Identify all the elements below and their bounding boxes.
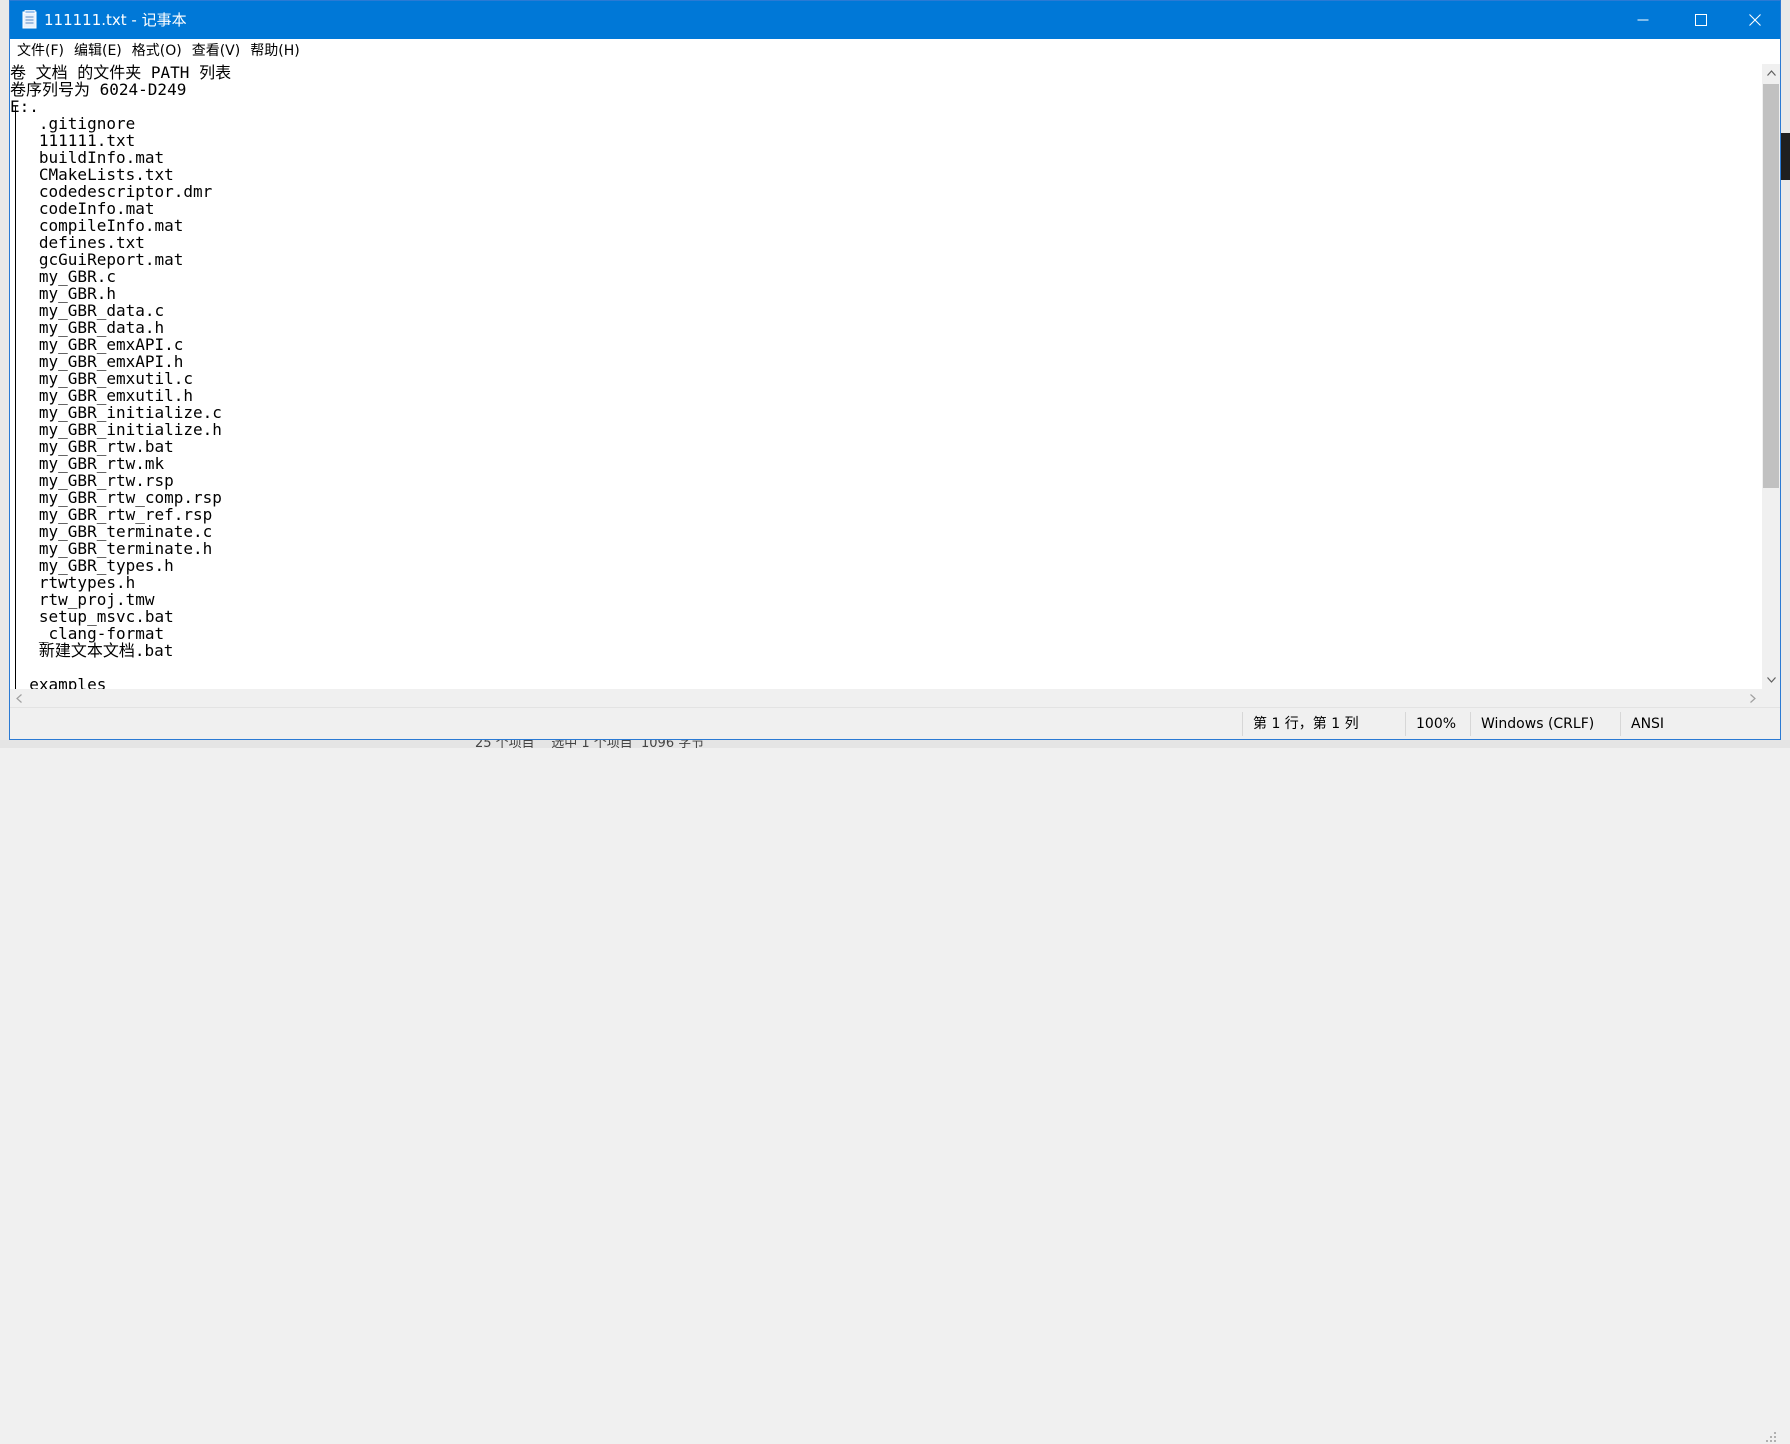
chevron-up-icon <box>1766 70 1776 76</box>
scroll-up-button[interactable] <box>1762 64 1780 82</box>
background-desktop-right <box>1781 0 1790 748</box>
menu-help[interactable]: 帮助(H) <box>245 39 304 63</box>
minimize-icon <box>1637 19 1649 21</box>
background-explorer-statusbar <box>0 740 1790 748</box>
background-window-edge <box>1781 133 1790 180</box>
menu-file[interactable]: 文件(F) <box>12 39 69 63</box>
tree-vertical-line <box>15 106 16 689</box>
close-icon <box>1749 14 1761 26</box>
zoom-level: 100% <box>1405 712 1470 736</box>
chevron-right-icon <box>1750 693 1756 703</box>
horizontal-scrollbar[interactable] <box>10 689 1762 707</box>
menu-edit[interactable]: 编辑(E) <box>69 39 127 63</box>
minimize-button[interactable] <box>1614 1 1672 39</box>
menu-view[interactable]: 查看(V) <box>187 39 246 63</box>
resize-grip-icon[interactable] <box>1764 1430 1778 1444</box>
line-ending: Windows (CRLF) <box>1470 712 1620 736</box>
scroll-thumb[interactable] <box>1763 84 1779 488</box>
status-bar: 第 1 行，第 1 列 100% Windows (CRLF) ANSI <box>10 707 1780 1442</box>
vertical-scrollbar[interactable] <box>1762 64 1780 689</box>
scroll-left-button[interactable] <box>10 689 28 707</box>
chevron-left-icon <box>16 693 22 703</box>
maximize-icon <box>1695 14 1707 26</box>
menu-format[interactable]: 格式(O) <box>127 39 187 63</box>
scroll-right-button[interactable] <box>1744 689 1762 707</box>
chevron-down-icon <box>1766 677 1776 683</box>
background-desktop-left <box>0 0 9 748</box>
background-explorer-status-text: 25 个项目 选中 1 个项目 1096 字节 <box>475 740 705 748</box>
menu-bar: 文件(F) 编辑(E) 格式(O) 查看(V) 帮助(H) <box>10 39 1780 63</box>
cursor-position: 第 1 行，第 1 列 <box>1242 712 1405 736</box>
close-button[interactable] <box>1730 1 1780 39</box>
window-title: 111111.txt - 记事本 <box>44 11 187 29</box>
maximize-button[interactable] <box>1672 1 1730 39</box>
document-text[interactable]: 卷 文档 的文件夹 PATH 列表 卷序列号为 6024-D249 E:. .g… <box>10 64 231 689</box>
text-editor[interactable]: 卷 文档 的文件夹 PATH 列表 卷序列号为 6024-D249 E:. .g… <box>10 64 1762 689</box>
title-bar[interactable]: 111111.txt - 记事本 <box>10 1 1780 39</box>
notepad-icon <box>22 10 37 29</box>
encoding: ANSI <box>1620 712 1780 736</box>
scrollbar-corner <box>1762 689 1780 707</box>
notepad-window: 111111.txt - 记事本 文件(F) 编辑(E) 格式(O) 查看(V)… <box>9 0 1781 1442</box>
scroll-down-button[interactable] <box>1762 671 1780 689</box>
